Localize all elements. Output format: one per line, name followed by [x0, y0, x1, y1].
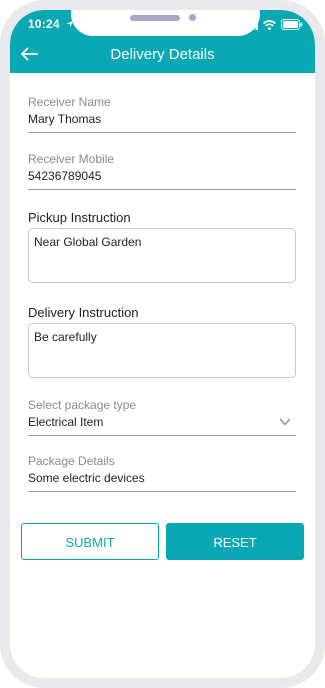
- battery-icon: [281, 19, 303, 30]
- receiver-name-label: Receiver Name: [28, 95, 111, 109]
- package-type-row[interactable]: Electrical Item: [28, 415, 296, 429]
- pickup-instruction-field: Pickup Instruction Near Global Garden: [28, 210, 296, 283]
- device-notch: [71, 10, 260, 36]
- status-icons: [244, 19, 303, 30]
- phone-frame: 10:24 Delivery Details Receiver Name Mar…: [0, 0, 325, 688]
- package-details-underline: [28, 491, 296, 492]
- submit-button[interactable]: SUBMIT: [21, 523, 159, 560]
- page-title: Delivery Details: [110, 46, 215, 63]
- receiver-mobile-underline: [28, 189, 296, 190]
- receiver-name-underline: [28, 132, 296, 133]
- package-type-selected: Electrical Item: [28, 415, 104, 429]
- status-time-text: 10:24: [28, 17, 60, 31]
- reset-button[interactable]: RESET: [166, 523, 304, 560]
- delivery-instruction-field: Delivery Instruction Be carefully: [28, 305, 296, 378]
- wifi-icon: [263, 19, 276, 30]
- delivery-instruction-textarea[interactable]: Be carefully: [28, 323, 296, 378]
- signal-icon: [244, 19, 258, 30]
- receiver-name-field[interactable]: Receiver Name Mary Thomas: [28, 95, 296, 133]
- chevron-down-icon[interactable]: [279, 418, 291, 426]
- package-type-select[interactable]: Select package type Electrical Item: [28, 398, 296, 436]
- pickup-instruction-label: Pickup Instruction: [28, 210, 131, 225]
- status-bar-time: 10:24: [28, 17, 74, 31]
- receiver-mobile-field[interactable]: Receiver Mobile 54236789045: [28, 152, 296, 190]
- front-camera: [189, 14, 196, 21]
- package-details-label: Package Details: [28, 454, 115, 468]
- package-details-value[interactable]: Some electric devices: [28, 471, 296, 485]
- speaker-grille: [130, 15, 180, 21]
- package-type-underline: [28, 435, 296, 436]
- receiver-mobile-label: Receiver Mobile: [28, 152, 115, 166]
- pickup-instruction-textarea[interactable]: Near Global Garden: [28, 228, 296, 283]
- package-type-label: Select package type: [28, 398, 137, 412]
- app-header: 10:24 Delivery Details: [10, 10, 315, 73]
- receiver-name-value[interactable]: Mary Thomas: [28, 112, 296, 126]
- package-details-field[interactable]: Package Details Some electric devices: [28, 454, 296, 492]
- receiver-mobile-value[interactable]: 54236789045: [28, 169, 296, 183]
- delivery-instruction-label: Delivery Instruction: [28, 305, 139, 320]
